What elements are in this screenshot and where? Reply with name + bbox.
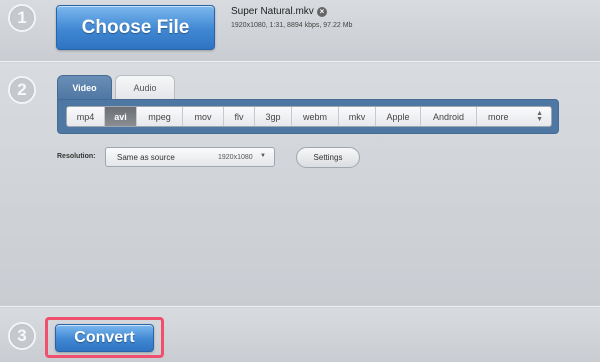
format-more-label: more — [488, 111, 509, 122]
format-webm[interactable]: webm — [292, 107, 339, 126]
resolution-value: Same as source — [117, 153, 175, 162]
format-mov[interactable]: mov — [183, 107, 224, 126]
format-flv[interactable]: flv — [224, 107, 255, 126]
choose-file-button[interactable]: Choose File — [56, 5, 215, 50]
step-3-section: 3 Convert — [0, 308, 600, 362]
resolution-label: Resolution: — [57, 153, 96, 160]
format-android[interactable]: Android — [421, 107, 477, 126]
step-2-section: 2 Audio Video mp4 avi mpeg mov flv 3gp w… — [0, 63, 600, 307]
step-1-section: 1 Choose File Super Natural.mkv × 1920x1… — [0, 0, 600, 62]
tab-video[interactable]: Video — [57, 75, 112, 100]
format-mkv[interactable]: mkv — [339, 107, 376, 126]
format-more[interactable]: more ▲ ▼ — [477, 107, 551, 126]
resolution-dimensions: 1920x1080 — [218, 154, 253, 161]
updown-arrows-icon: ▲ ▼ — [536, 109, 543, 123]
format-bar: mp4 avi mpeg mov flv 3gp webm mkv Apple … — [66, 106, 552, 127]
resolution-select[interactable]: Same as source 1920x1080 ▼ — [105, 147, 275, 167]
tab-audio[interactable]: Audio — [115, 75, 175, 100]
format-apple[interactable]: Apple — [376, 107, 421, 126]
convert-highlight: Convert — [45, 317, 164, 358]
step-number-3: 3 — [8, 322, 36, 350]
settings-button[interactable]: Settings — [296, 147, 360, 168]
convert-button[interactable]: Convert — [55, 324, 154, 352]
format-3gp[interactable]: 3gp — [255, 107, 292, 126]
format-mpeg[interactable]: mpeg — [137, 107, 183, 126]
format-avi[interactable]: avi — [105, 107, 137, 126]
format-mp4[interactable]: mp4 — [67, 107, 105, 126]
step-number-1: 1 — [8, 4, 36, 32]
file-meta: 1920x1080, 1:31, 8894 kbps, 97.22 Mb — [231, 22, 353, 29]
chevron-down-icon: ▼ — [260, 153, 266, 159]
step-number-2: 2 — [8, 76, 36, 104]
close-circle-icon[interactable]: × — [317, 7, 327, 17]
file-name: Super Natural.mkv — [231, 6, 314, 17]
format-panel: mp4 avi mpeg mov flv 3gp webm mkv Apple … — [57, 99, 559, 134]
